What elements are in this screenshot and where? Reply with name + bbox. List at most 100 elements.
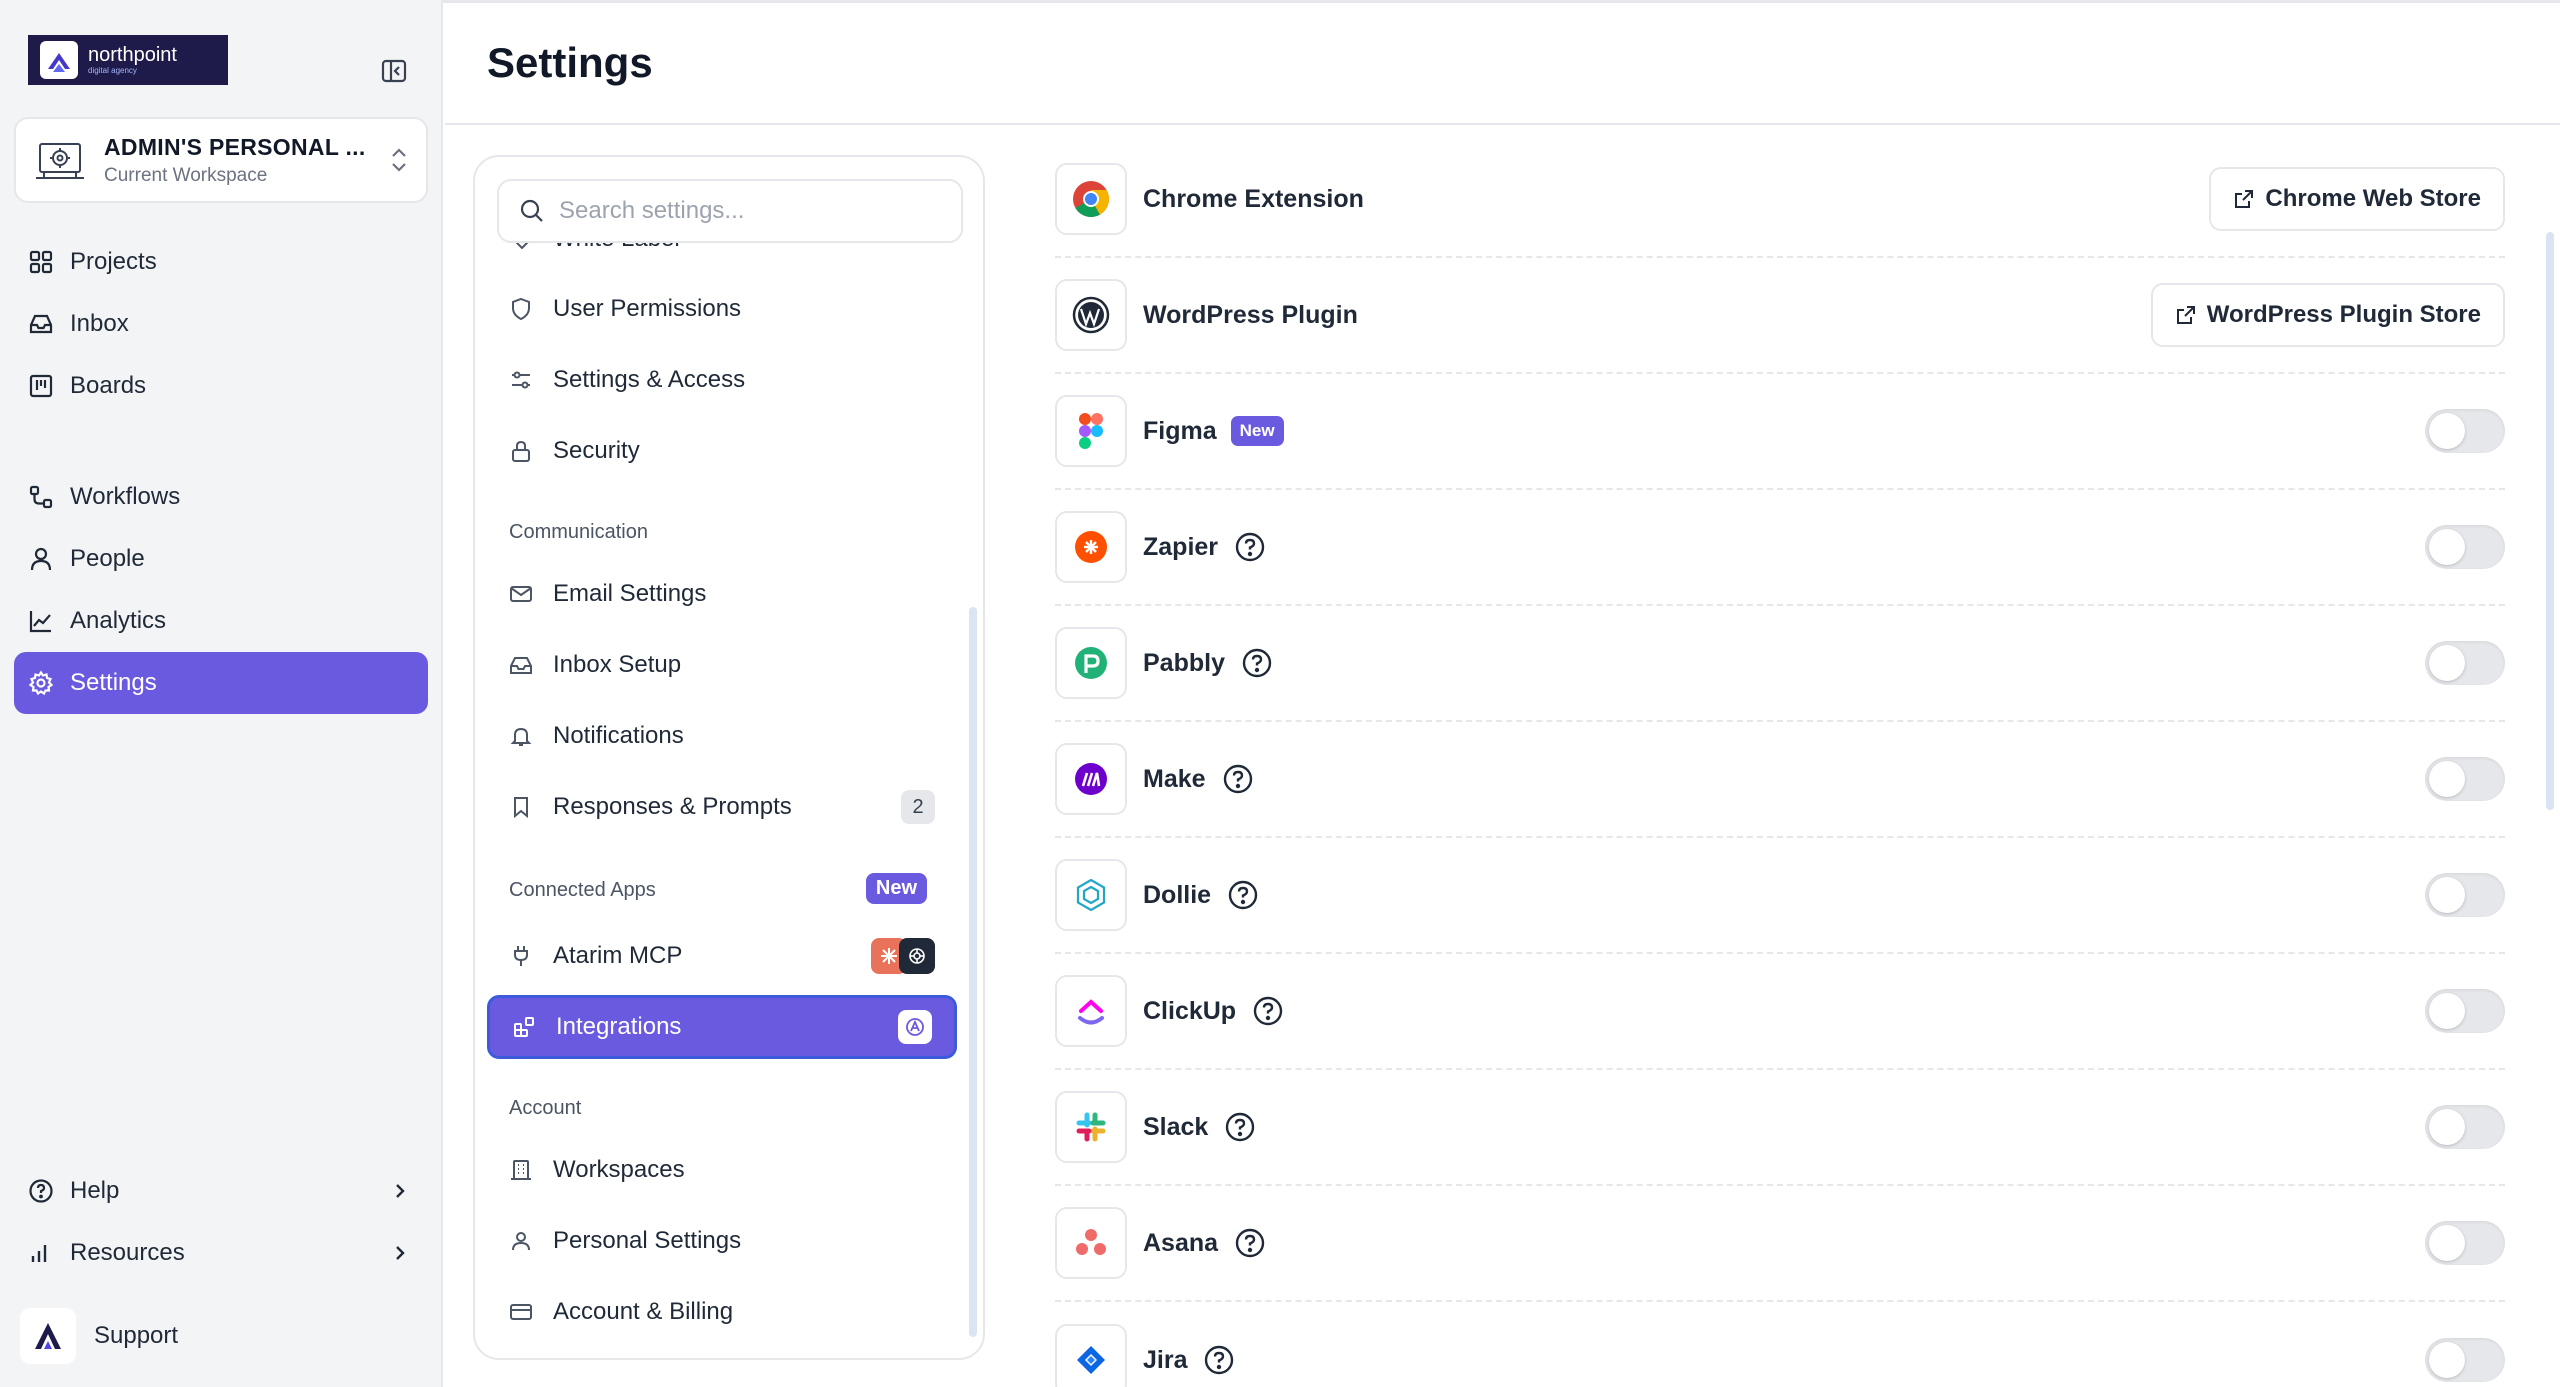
nav-workflows[interactable]: Workflows [14,466,428,528]
lock-icon [512,440,530,462]
shield-icon [512,297,530,321]
workspace-subtitle: Current Workspace [104,164,268,186]
person-icon [30,547,52,571]
menu-item-notifications[interactable]: Notifications [487,704,957,768]
menu-item-user-permissions[interactable]: User Permissions [487,277,957,341]
sidebar: northpoint digital agency ADMIN'S PERSON… [0,0,443,1387]
menu-item-inbox-setup-label: Inbox Setup [553,651,682,678]
nav-projects[interactable]: Projects [14,231,428,293]
integration-name: Pabbly [1143,648,1225,677]
nav-inbox[interactable]: Inbox [14,293,428,355]
clickup-toggle[interactable] [2425,989,2505,1033]
collapse-sidebar-icon[interactable] [378,55,410,87]
nav-analytics-label: Analytics [70,607,167,634]
secondary-nav: Workflows People Analytics Settings [14,466,428,714]
plug-icon [514,946,528,966]
wordpress-plugin-store-label: WordPress Plugin Store [2206,301,2481,328]
integrations-icon [514,1017,534,1037]
section-communication: Communication [509,521,648,543]
help-circle-icon[interactable] [1234,531,1266,563]
menu-item-email-settings-label: Email Settings [553,580,707,607]
section-account: Account [509,1097,582,1119]
nav-settings[interactable]: Settings [14,652,428,714]
help-circle-icon [29,1179,53,1203]
nav-resources-label: Resources [70,1239,185,1266]
nav-people[interactable]: People [14,528,428,590]
nav-boards[interactable]: Boards [14,355,428,417]
help-circle-icon[interactable] [1241,647,1273,679]
logo-mark-icon [40,41,78,79]
nav-boards-label: Boards [70,372,147,399]
integration-name: Slack [1143,1112,1209,1141]
integrations-app-icon [898,1010,932,1044]
make-toggle[interactable] [2425,757,2505,801]
jira-toggle[interactable] [2425,1338,2505,1382]
menu-item-workspaces-label: Workspaces [553,1156,685,1183]
nav-help[interactable]: Help [14,1160,428,1222]
nav-resources[interactable]: Resources [14,1222,428,1284]
settings-search[interactable] [497,179,963,243]
mcp-client-icons [871,938,935,974]
slack-toggle[interactable] [2425,1105,2505,1149]
menu-item-inbox-setup[interactable]: Inbox Setup [487,633,957,697]
help-circle-icon[interactable] [1252,995,1284,1027]
pabbly-icon [1055,627,1127,699]
chevron-up-down-icon [388,145,410,180]
integration-row-zapier: Zapier [1055,490,2505,606]
integration-row-clickup: ClickUp [1055,954,2505,1070]
pabbly-toggle[interactable] [2425,641,2505,685]
help-circle-icon[interactable] [1222,763,1254,795]
menu-item-workspaces[interactable]: Workspaces [487,1138,957,1202]
asana-icon [1055,1207,1127,1279]
zapier-toggle[interactable] [2425,525,2505,569]
chrome-web-store-label: Chrome Web Store [2265,185,2481,212]
help-circle-icon[interactable] [1224,1111,1256,1143]
search-input[interactable] [559,197,939,225]
connected-apps-new-badge: New [865,873,927,904]
figma-toggle[interactable] [2425,409,2505,453]
help-circle-icon[interactable] [1227,879,1259,911]
nav-analytics[interactable]: Analytics [14,590,428,652]
gear-icon [28,670,54,696]
integration-row-chrome: Chrome Extension Chrome Web Store [1055,142,2505,258]
brand-logo[interactable]: northpoint digital agency [28,35,228,85]
wordpress-plugin-store-button[interactable]: WordPress Plugin Store [2150,283,2505,347]
toggle-knob [2429,877,2465,913]
menu-item-personal-settings[interactable]: Personal Settings [487,1209,957,1273]
menu-item-account-billing[interactable]: Account & Billing [487,1280,957,1344]
menu-item-notifications-label: Notifications [553,722,684,749]
integration-row-make: Make [1055,722,2505,838]
workspace-switcher[interactable]: ADMIN'S PERSONAL ... Current Workspace [14,117,428,203]
menu-item-settings-access[interactable]: Settings & Access [487,348,957,412]
figma-new-badge: New [1230,416,1284,446]
atarim-logo-icon [20,1308,76,1364]
wordpress-icon [1055,279,1127,351]
nav-help-label: Help [70,1177,120,1204]
workspace-icon [32,132,88,188]
menu-item-integrations[interactable]: Integrations [487,995,957,1059]
help-circle-icon[interactable] [1203,1344,1235,1376]
page-title: Settings [487,39,653,86]
chrome-web-store-button[interactable]: Chrome Web Store [2209,167,2505,231]
main-scrollbar[interactable] [2546,232,2554,810]
menu-item-email-settings[interactable]: Email Settings [487,562,957,626]
dollie-icon [1055,859,1127,931]
menu-item-responses-prompts[interactable]: Responses & Prompts 2 [487,775,957,839]
menu-scrollbar[interactable] [969,607,977,1337]
asana-toggle[interactable] [2425,1221,2505,1265]
integration-row-figma: Figma New [1055,374,2505,490]
section-connected-apps-label: Connected Apps [509,879,656,901]
bar-chart-icon [31,1245,47,1262]
dollie-toggle[interactable] [2425,873,2505,917]
menu-item-atarim-mcp[interactable]: Atarim MCP [487,924,957,988]
chrome-icon [1055,163,1127,235]
sliders-icon [512,371,530,389]
settings-menu-panel: White Label User Permissions Settings & … [473,155,985,1360]
help-circle-icon[interactable] [1234,1227,1266,1259]
brand-name: northpoint [88,43,177,66]
support-link[interactable]: Support [20,1308,178,1364]
menu-item-security[interactable]: Security [487,419,957,483]
toggle-knob [2429,1225,2465,1261]
responses-count-badge: 2 [901,790,935,824]
person-icon [512,1232,530,1251]
